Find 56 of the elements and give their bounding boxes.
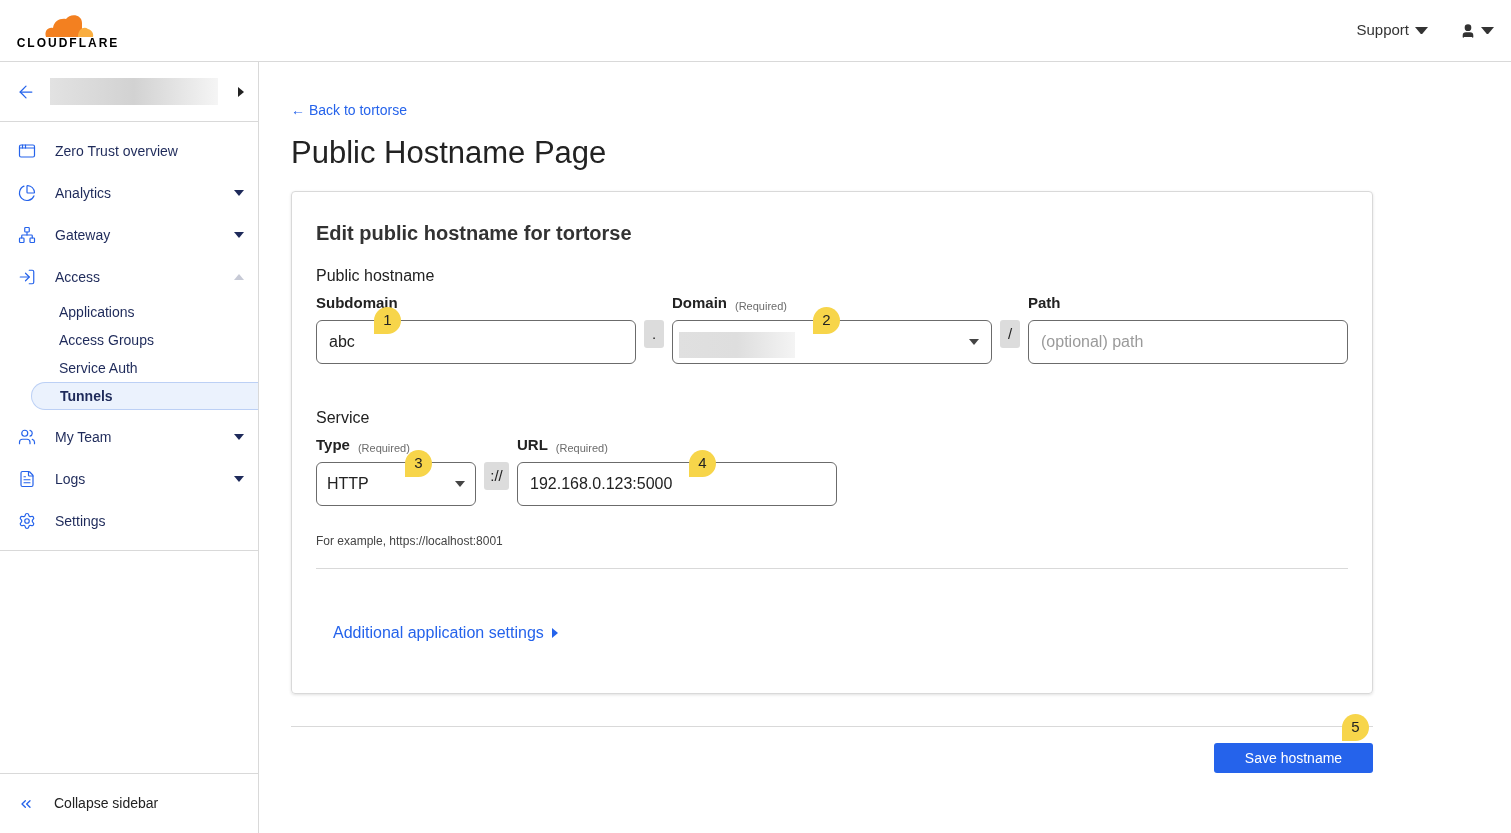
caret-icon [969,339,979,345]
back-link[interactable]: ← Back to tortorse [291,100,407,121]
separator-chip: . [644,320,664,348]
nav-icon [18,470,36,488]
required-note: (Required) [555,440,608,456]
collapse-sidebar-button[interactable]: Collapse sidebar [18,793,159,814]
sidebar-item[interactable]: Access [0,256,258,298]
caret-icon [1415,26,1428,35]
sidebar-item[interactable]: Gateway [0,214,258,256]
nav-icon [18,512,36,530]
nav-icon [18,268,36,286]
sidebar-subitem[interactable]: Access Groups [31,326,258,354]
separator-chip: :// [484,462,509,490]
callout-bubble: 2 [813,307,840,334]
sidebar-item[interactable]: Analytics [0,172,258,214]
nav-icon [18,226,36,244]
nav-icon [18,142,36,160]
field-label: Type [316,434,350,455]
nav-icon [18,184,36,202]
callout-bubble: 4 [689,450,716,477]
sidebar-subitem[interactable]: Service Auth [31,354,258,382]
required-note: (Required) [735,298,787,314]
card-title: Edit public hostname for tortorse [316,221,633,246]
nav-icon [18,428,36,446]
support-menu-button[interactable]: Support [1356,19,1428,42]
sidebar-subitem[interactable]: Applications [31,298,258,326]
additional-settings-link[interactable]: Additional application settings [333,621,558,645]
caret-icon [234,274,244,280]
field-label: Path [1028,292,1061,313]
field-label: Domain [672,292,727,313]
sidebar-item[interactable]: Logs [0,458,258,500]
callout-bubble: 1 [374,307,401,334]
sidebar-subitem[interactable]: Tunnels [31,382,258,410]
callout-bubble: 5 [1342,714,1369,741]
section-heading: Public hostname [316,266,436,286]
cloudflare-logo[interactable]: CLOUDFLARE [15,12,121,49]
sidebar-item[interactable]: Zero Trust overview [0,130,258,172]
caret-icon [1481,26,1494,35]
save-hostname-button[interactable]: Save hostname [1214,743,1373,773]
caret-icon [234,434,244,440]
hint-text: For example, https://localhost:8001 [316,533,504,550]
separator-chip: / [1000,320,1020,348]
section-heading: Service [316,408,371,428]
caret-icon [234,232,244,238]
user-icon [1460,22,1476,39]
path-input[interactable]: (optional) path [1028,320,1348,364]
sidebar-item[interactable]: My Team [0,416,258,458]
caret-icon [234,190,244,196]
caret-right-icon [238,86,244,97]
caret-icon [234,476,244,482]
sidebar-item[interactable]: Settings [0,500,258,542]
account-menu-button[interactable] [1460,22,1494,39]
page-title: Public Hostname Page [291,134,608,172]
caret-right-icon [551,628,558,638]
caret-icon [455,481,465,487]
field-label: URL [517,434,548,455]
